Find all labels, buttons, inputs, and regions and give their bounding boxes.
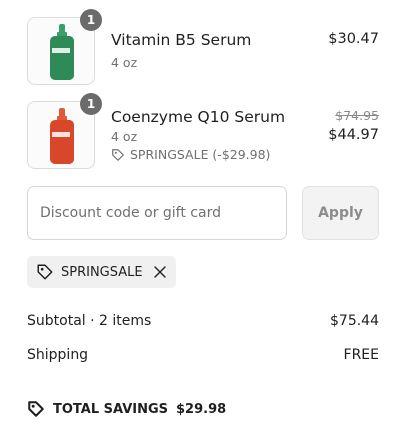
line-item: 1 Coenzyme Q10 Serum 4 oz SPRINGSALE (-$…	[27, 93, 379, 173]
subtotal-label: Subtotal · 2 items	[27, 313, 152, 329]
product-image: 1	[27, 9, 102, 85]
apply-button[interactable]: Apply	[302, 186, 379, 240]
item-discount-text: SPRINGSALE (-$29.98)	[130, 147, 271, 162]
subtotal-value: $75.44	[330, 313, 379, 329]
applied-discount-tag: SPRINGSALE	[27, 256, 176, 288]
tag-icon	[37, 264, 53, 280]
item-price: $44.97	[328, 127, 379, 143]
savings-tag-icon	[28, 401, 44, 417]
shipping-row: Shipping FREE	[27, 347, 379, 363]
shipping-value: FREE	[343, 347, 379, 363]
item-variant: 4 oz	[111, 129, 138, 144]
discount-code-input[interactable]	[27, 186, 287, 240]
tag-icon	[112, 148, 124, 161]
applied-code-label: SPRINGSALE	[61, 264, 143, 280]
shipping-label: Shipping	[27, 347, 89, 363]
total-savings-label: TOTAL SAVINGS	[53, 401, 169, 417]
item-variant: 4 oz	[111, 55, 138, 70]
quantity-badge: 1	[80, 93, 102, 115]
compare-at-price: $74.95	[335, 108, 379, 123]
discount-row: Apply	[27, 186, 379, 240]
item-name: Vitamin B5 Serum	[111, 31, 252, 49]
product-image: 1	[27, 93, 102, 169]
item-name: Coenzyme Q10 Serum	[111, 108, 286, 126]
order-summary: 1 Vitamin B5 Serum 4 oz $30.47 1 Coenzym…	[0, 0, 400, 430]
line-item: 1 Vitamin B5 Serum 4 oz $30.47	[27, 9, 379, 85]
item-price: $30.47	[328, 31, 379, 47]
total-savings: TOTAL SAVINGS $29.98	[27, 400, 226, 418]
close-icon[interactable]	[153, 265, 167, 279]
subtotal-row: Subtotal · 2 items $75.44	[27, 313, 379, 329]
item-discount: SPRINGSALE (-$29.98)	[111, 147, 270, 162]
total-savings-value: $29.98	[176, 401, 227, 417]
quantity-badge: 1	[80, 9, 102, 31]
